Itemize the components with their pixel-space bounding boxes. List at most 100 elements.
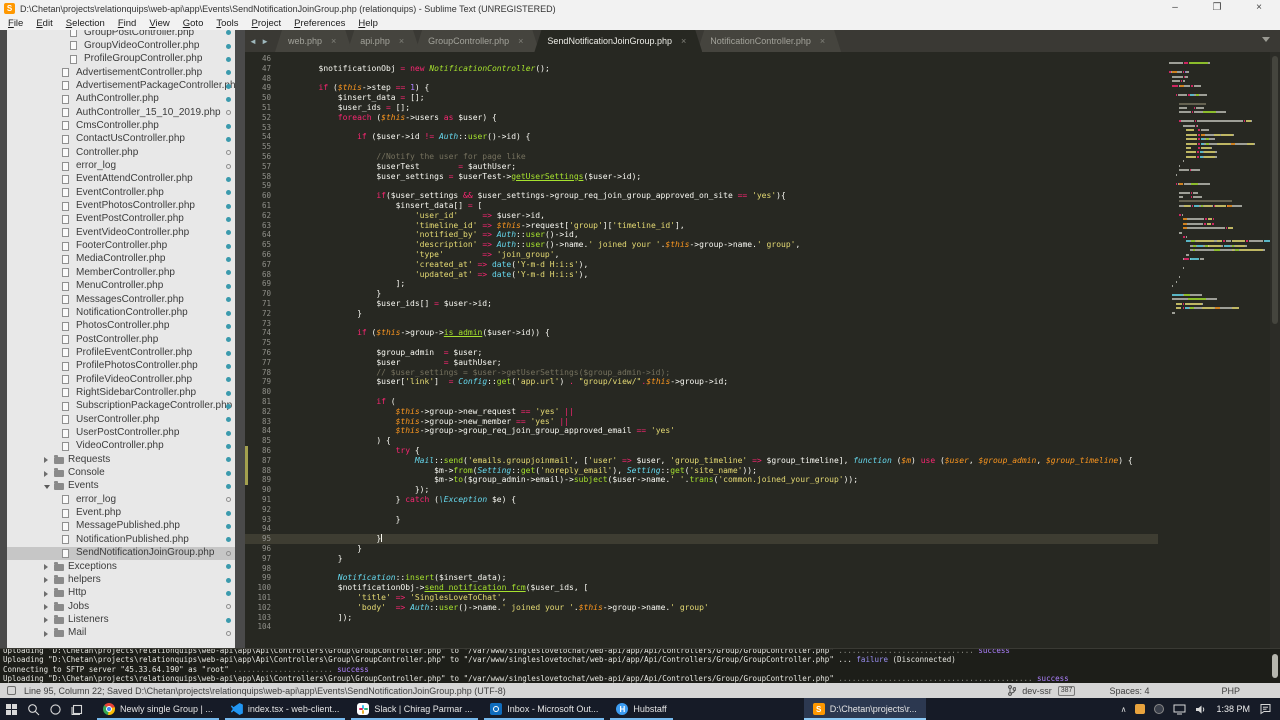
menu-file[interactable]: File	[8, 18, 23, 29]
close-icon[interactable]: ×	[331, 36, 336, 46]
tree-file-EventController.php[interactable]: EventController.php	[7, 186, 235, 199]
code-line[interactable]: 87 Mail::send('emails.groupjoinmail', ['…	[245, 456, 1158, 466]
cortana-button[interactable]	[44, 698, 66, 720]
code-line[interactable]: 101 'title' => 'SinglesLoveToChat',	[245, 593, 1158, 603]
tree-file-PhotosController.php[interactable]: PhotosController.php	[7, 320, 235, 333]
close-icon[interactable]: ×	[820, 36, 825, 46]
code-line[interactable]: 85 ) {	[245, 436, 1158, 446]
tree-file-FooterController.php[interactable]: FooterController.php	[7, 240, 235, 253]
tree-file-NotificationPublished.php[interactable]: NotificationPublished.php	[7, 533, 235, 546]
tab-nav-arrows-icon[interactable]: ◄ ►	[249, 37, 270, 46]
tree-file-MessagePublished.php[interactable]: MessagePublished.php	[7, 520, 235, 533]
tab-api.php[interactable]: api.php×	[347, 30, 420, 52]
action-center-icon[interactable]	[1259, 703, 1272, 715]
menu-goto[interactable]: Goto	[183, 18, 204, 29]
code-line[interactable]: 95 }	[245, 534, 1158, 544]
code-line[interactable]: 60 if($user_settings && $user_settings->…	[245, 191, 1158, 201]
code-line[interactable]: 92	[245, 505, 1158, 515]
code-line[interactable]: 80	[245, 387, 1158, 397]
maximize-button[interactable]: ❐	[1196, 0, 1238, 17]
menu-project[interactable]: Project	[252, 18, 282, 29]
expand-arrow-icon[interactable]	[44, 457, 48, 463]
code-line[interactable]: 86 try {	[245, 446, 1158, 456]
tree-folder-Http[interactable]: Http	[7, 587, 235, 600]
code-line[interactable]: 97 }	[245, 554, 1158, 564]
tree-file-PostController.php[interactable]: PostController.php	[7, 333, 235, 346]
tree-file-GroupPostController.php[interactable]: GroupPostController.php	[7, 30, 235, 39]
code-line[interactable]: 98	[245, 564, 1158, 574]
tree-folder-Mail[interactable]: Mail	[7, 627, 235, 640]
code-line[interactable]: 81 if (	[245, 397, 1158, 407]
tree-file-ContactUsController.php[interactable]: ContactUsController.php	[7, 133, 235, 146]
taskbar-app-slack[interactable]: Slack | Chirag Parmar ...	[348, 698, 481, 720]
code-line[interactable]: 53	[245, 123, 1158, 133]
code-line[interactable]: 83 $this->group->new_member == 'yes' ||	[245, 417, 1158, 427]
menu-view[interactable]: View	[149, 18, 169, 29]
tree-file-error_log[interactable]: error_log	[7, 160, 235, 173]
expand-arrow-icon[interactable]	[44, 471, 48, 477]
tree-file-EventAttendController.php[interactable]: EventAttendController.php	[7, 173, 235, 186]
close-button[interactable]: ×	[1238, 0, 1280, 17]
code-line[interactable]: 66 'type' => 'join_group',	[245, 250, 1158, 260]
tree-folder-Exceptions[interactable]: Exceptions	[7, 560, 235, 573]
expand-arrow-icon[interactable]	[44, 577, 48, 583]
code-line[interactable]: 99 Notification::insert($insert_data);	[245, 573, 1158, 583]
menu-help[interactable]: Help	[358, 18, 378, 29]
tree-file-Controller.php[interactable]: Controller.php	[7, 146, 235, 159]
code-line[interactable]: 51 $user_ids = [];	[245, 103, 1158, 113]
code-line[interactable]: 69 ];	[245, 279, 1158, 289]
tab-overflow-icon[interactable]	[1262, 37, 1270, 42]
editor-scrollbar[interactable]	[1270, 52, 1280, 648]
start-button[interactable]	[0, 698, 22, 720]
search-button[interactable]	[22, 698, 44, 720]
code-line[interactable]: 94	[245, 524, 1158, 534]
tree-file-Event.php[interactable]: Event.php	[7, 507, 235, 520]
status-panel-icon[interactable]	[7, 686, 16, 695]
code-line[interactable]: 57 $userTest = $authUser;	[245, 162, 1158, 172]
git-branch-name[interactable]: dev-ssr	[1022, 686, 1052, 696]
code-line[interactable]: 76 $group_admin = $user;	[245, 348, 1158, 358]
tab-GroupController.php[interactable]: GroupController.php×	[415, 30, 539, 52]
code-line[interactable]: 96 }	[245, 544, 1158, 554]
code-line[interactable]: 100 $notificationObj->send_notification_…	[245, 583, 1158, 593]
tree-file-AdvertisementController.php[interactable]: AdvertisementController.php	[7, 66, 235, 79]
tree-file-error_log[interactable]: error_log	[7, 493, 235, 506]
network-icon[interactable]	[1173, 704, 1186, 715]
code-line[interactable]: 71 $user_ids[] = $user->id;	[245, 299, 1158, 309]
code-line[interactable]: 90 });	[245, 485, 1158, 495]
tree-file-GroupVideoController.php[interactable]: GroupVideoController.php	[7, 39, 235, 52]
menu-tools[interactable]: Tools	[216, 18, 238, 29]
editor-scrollbar-thumb[interactable]	[1272, 56, 1278, 324]
expand-arrow-icon[interactable]	[44, 564, 48, 570]
tree-file-ProfileVideoController.php[interactable]: ProfileVideoController.php	[7, 373, 235, 386]
tree-folder-Requests[interactable]: Requests	[7, 453, 235, 466]
code-line[interactable]: 47 $notificationObj = new NotificationCo…	[245, 64, 1158, 74]
code-line[interactable]: 49 if ($this->step == 1) {	[245, 83, 1158, 93]
tab-NotificationController.php[interactable]: NotificationController.php×	[697, 30, 841, 52]
menu-selection[interactable]: Selection	[66, 18, 105, 29]
taskbar-app-vscode[interactable]: index.tsx - web-client...	[222, 698, 349, 720]
tree-file-ProfileEventController.php[interactable]: ProfileEventController.php	[7, 346, 235, 359]
code-line[interactable]: 59	[245, 181, 1158, 191]
code-line[interactable]: 88 $m->from(Setting::get('noreply_email'…	[245, 466, 1158, 476]
volume-icon[interactable]	[1195, 704, 1207, 715]
code-line[interactable]: 56 //Notify the user for page like	[245, 152, 1158, 162]
code-line[interactable]: 75	[245, 338, 1158, 348]
code-line[interactable]: 65 'description' => Auth::user()->name.'…	[245, 240, 1158, 250]
code-line[interactable]: 67 'created_at' => date('Y-m-d H:i:s'),	[245, 260, 1158, 270]
code-line[interactable]: 79 $user['link'] = Config::get('app.url'…	[245, 377, 1158, 387]
taskbar-app-chrome[interactable]: Newly single Group | ...	[94, 698, 222, 720]
tree-file-ProfileGroupController.php[interactable]: ProfileGroupController.php	[7, 53, 235, 66]
task-view-button[interactable]	[66, 698, 88, 720]
tree-file-AdvertisementPackageController.php[interactable]: AdvertisementPackageController.php	[7, 79, 235, 92]
menu-find[interactable]: Find	[118, 18, 137, 29]
tree-file-EventPhotosController.php[interactable]: EventPhotosController.php	[7, 200, 235, 213]
code-line[interactable]: 50 $insert_data = [];	[245, 93, 1158, 103]
taskbar-app-hubstaff[interactable]: HHubstaff	[607, 698, 675, 720]
code-line[interactable]: 54 if ($user->id != Auth::user()->id) {	[245, 132, 1158, 142]
tree-file-EventVideoController.php[interactable]: EventVideoController.php	[7, 226, 235, 239]
tree-file-EventPostController.php[interactable]: EventPostController.php	[7, 213, 235, 226]
code-line[interactable]: 61 $insert_data[] = [	[245, 201, 1158, 211]
code-line[interactable]: 68 'updated_at' => date('Y-m-d H:i:s'),	[245, 270, 1158, 280]
tab-web.php[interactable]: web.php×	[275, 30, 352, 52]
